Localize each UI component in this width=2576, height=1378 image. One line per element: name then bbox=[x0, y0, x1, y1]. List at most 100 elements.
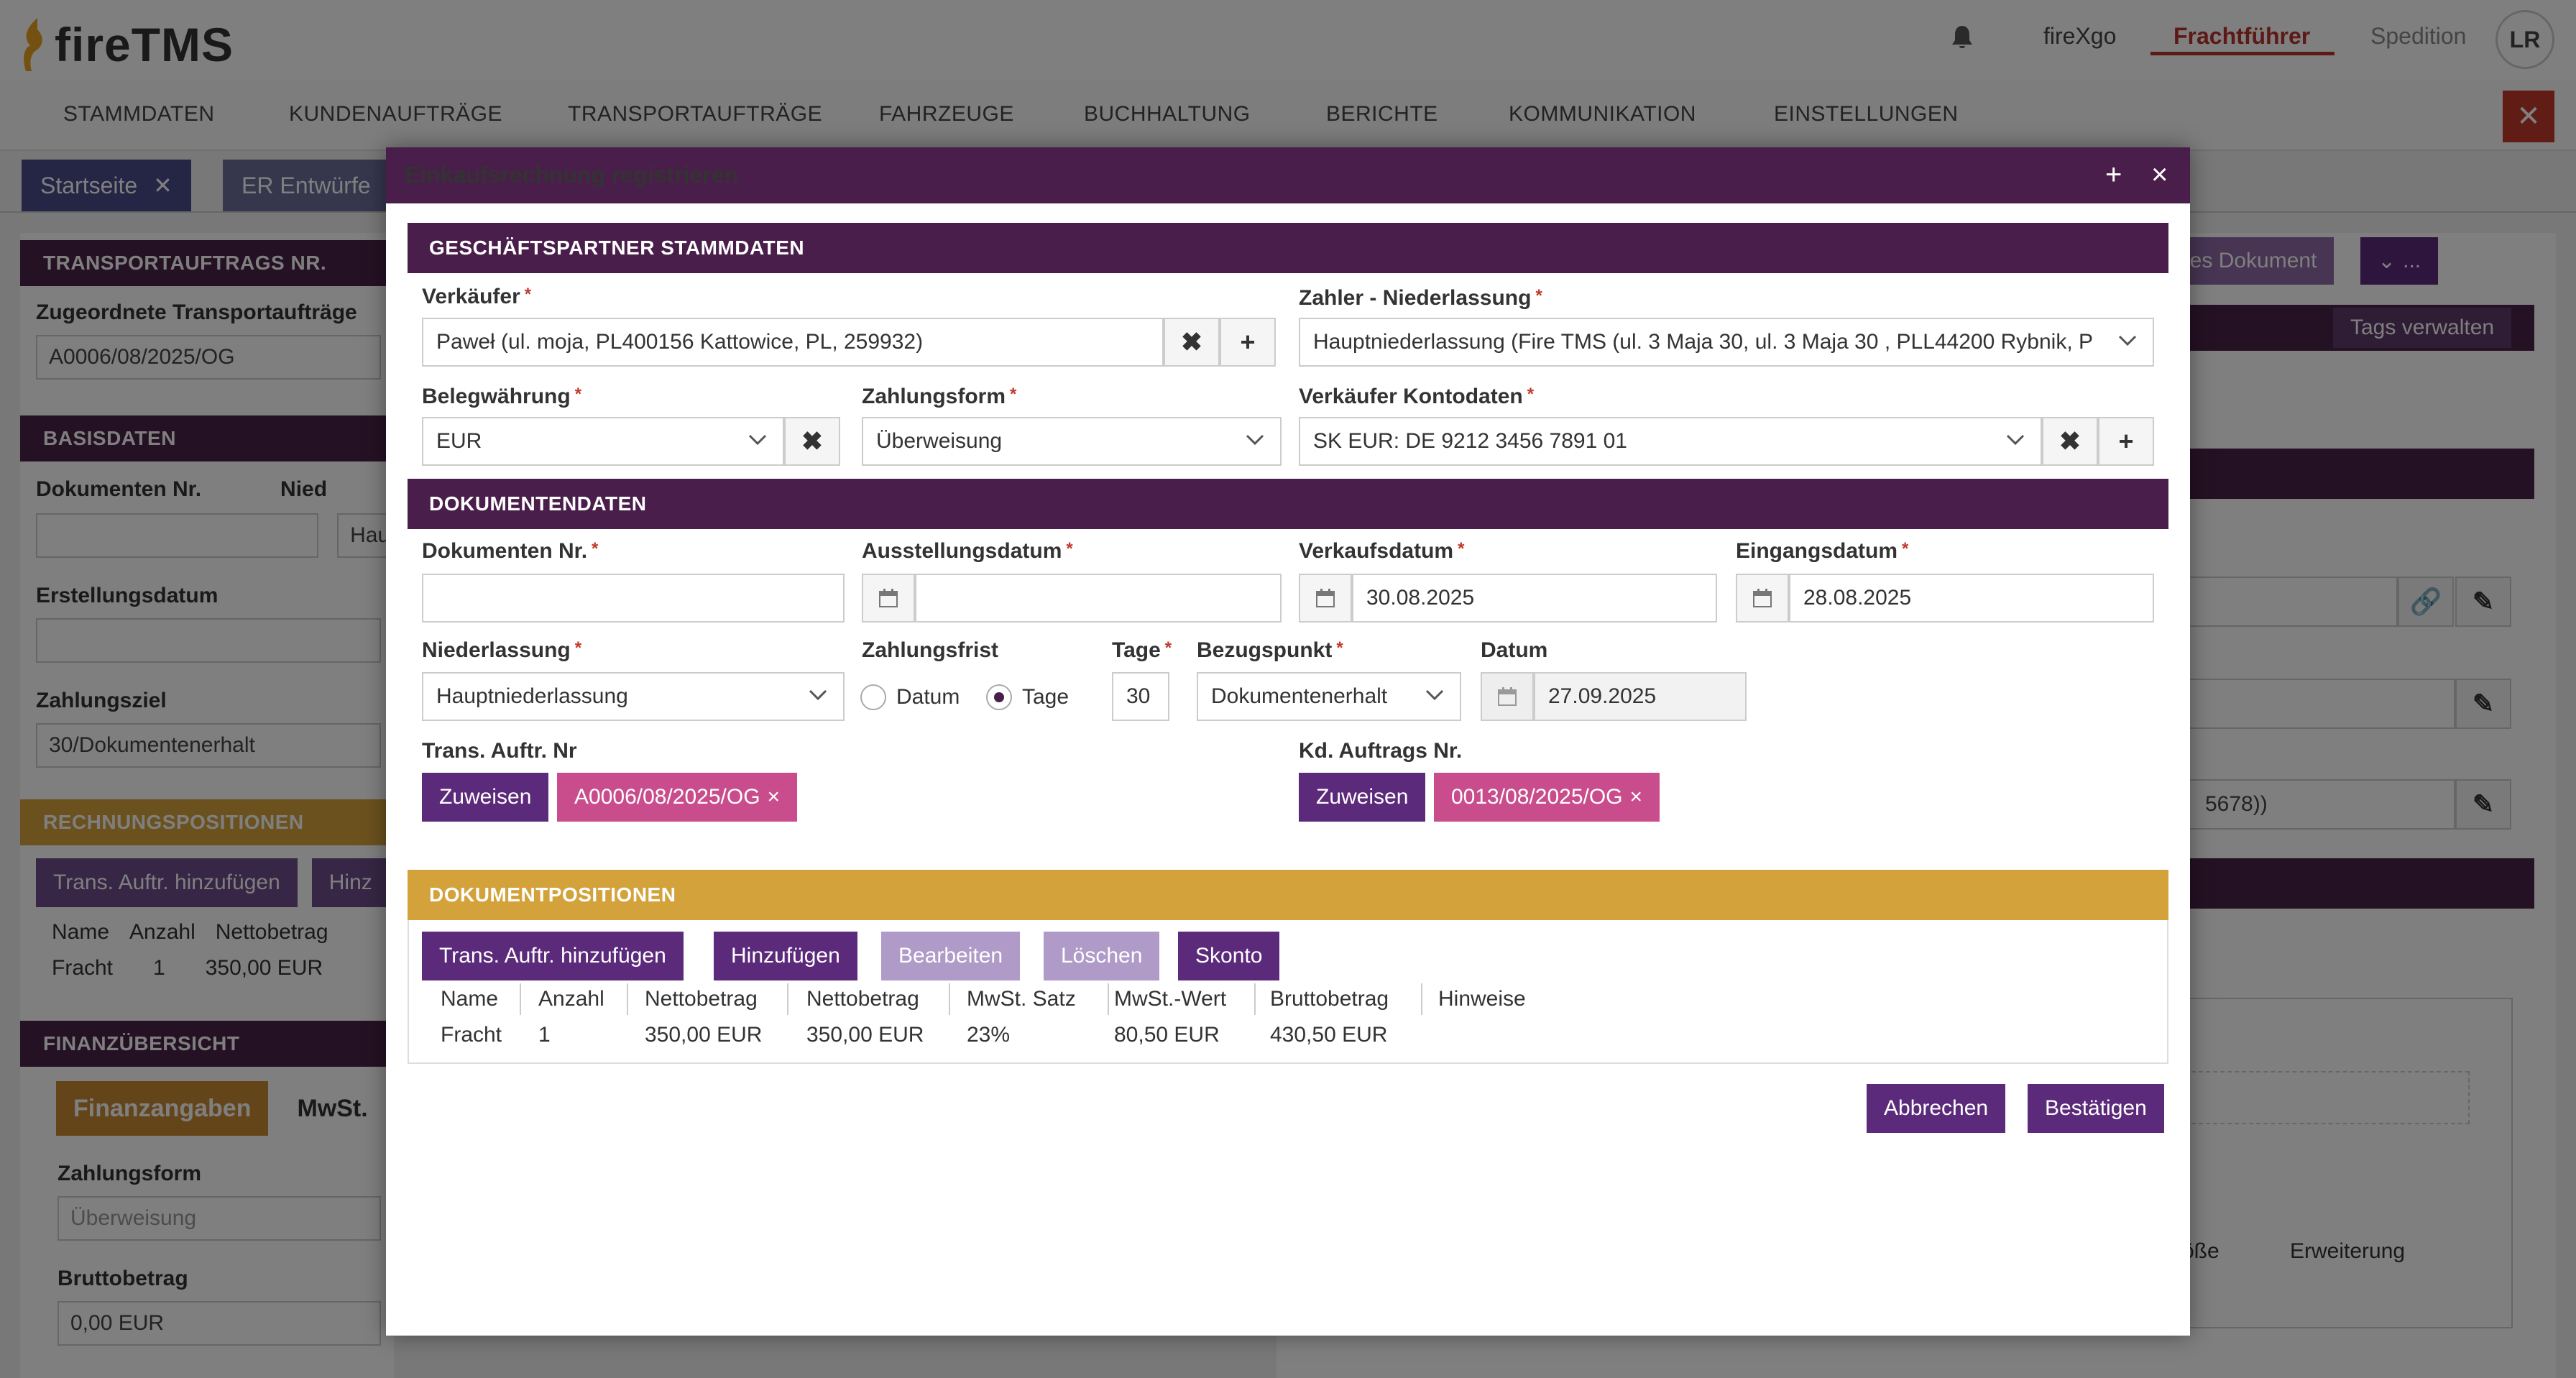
column-divider bbox=[1421, 983, 1422, 1015]
sale-date-input[interactable]: 30.08.2025 bbox=[1352, 574, 1717, 623]
clear-seller-button[interactable]: ✖ bbox=[1164, 318, 1220, 367]
payer-value: Hauptniederlassung (Fire TMS (ul. 3 Maja… bbox=[1313, 330, 2094, 354]
assign-customer-order-button[interactable]: Zuweisen bbox=[1299, 773, 1426, 822]
chevron-down-icon bbox=[809, 689, 827, 701]
calendar-icon[interactable] bbox=[1299, 574, 1352, 623]
currency-label: Belegwährung * bbox=[422, 385, 582, 408]
close-icon: ✖ bbox=[2058, 426, 2082, 456]
col-net-2: Nettobetrag bbox=[806, 987, 919, 1011]
clear-currency-button[interactable]: ✖ bbox=[784, 417, 840, 466]
cell-name[interactable]: Fracht bbox=[441, 1023, 502, 1047]
column-divider bbox=[1254, 983, 1256, 1015]
positions-section-header: DOKUMENTPOSITIONEN bbox=[408, 870, 2168, 920]
seller-account-value: SK EUR: DE 9212 3456 7891 01 bbox=[1313, 429, 1627, 453]
partner-section-header: GESCHÄFTSPARTNER STAMMDATEN bbox=[408, 223, 2168, 273]
currency-select[interactable]: EUR bbox=[422, 417, 784, 466]
add-account-button[interactable]: + bbox=[2098, 417, 2154, 466]
reference-label: Bezugspunkt * bbox=[1197, 638, 1343, 662]
remove-tag-icon[interactable]: × bbox=[1630, 785, 1643, 809]
maximize-button[interactable]: + bbox=[2105, 159, 2122, 191]
cell-gross[interactable]: 430,50 EUR bbox=[1270, 1023, 1387, 1047]
column-divider bbox=[949, 983, 950, 1015]
calendar-icon[interactable] bbox=[1736, 574, 1789, 623]
assign-trans-order-button[interactable]: Zuweisen bbox=[422, 773, 549, 822]
col-vat-value: MwSt.-Wert bbox=[1114, 987, 1227, 1011]
add-transport-order-button[interactable]: Trans. Auftr. hinzufügen bbox=[422, 932, 684, 980]
col-notes: Hinweise bbox=[1438, 987, 1526, 1011]
close-button[interactable]: × bbox=[2151, 159, 2168, 191]
cancel-button[interactable]: Abbrechen bbox=[1867, 1084, 2006, 1133]
plus-icon: + bbox=[2118, 426, 2134, 456]
payment-form-value: Überweisung bbox=[876, 429, 1003, 453]
calendar-icon bbox=[1481, 672, 1534, 721]
customer-order-label: Kd. Auftrags Nr. bbox=[1299, 739, 1463, 763]
trans-order-tag-label: A0006/08/2025/OG bbox=[574, 785, 760, 809]
chevron-down-icon bbox=[2118, 335, 2137, 346]
branch-select[interactable]: Hauptniederlassung bbox=[422, 672, 845, 721]
issue-date-input[interactable] bbox=[915, 574, 1282, 623]
radio-circle bbox=[986, 684, 1012, 710]
currency-value: EUR bbox=[436, 429, 482, 453]
payment-form-select[interactable]: Überweisung bbox=[862, 417, 1282, 466]
payment-form-label: Zahlungsform * bbox=[862, 385, 1017, 408]
cell-vat-rate[interactable]: 23% bbox=[967, 1023, 1010, 1047]
customer-order-tag-label: 0013/08/2025/OG bbox=[1451, 785, 1623, 809]
chevron-down-icon bbox=[2006, 434, 2025, 446]
column-divider bbox=[1108, 983, 1109, 1015]
delete-position-button[interactable]: Löschen bbox=[1044, 932, 1160, 980]
seller-label: Verkäufer * bbox=[422, 285, 532, 308]
due-date-input: 27.09.2025 bbox=[1534, 672, 1747, 721]
receipt-date-label: Eingangsdatum * bbox=[1736, 539, 1909, 563]
edit-position-button[interactable]: Bearbeiten bbox=[881, 932, 1021, 980]
radio-date[interactable]: Datum bbox=[860, 684, 960, 710]
col-name: Name bbox=[441, 987, 499, 1011]
dialog-title: Einkaufsrechnung registrieren bbox=[405, 162, 739, 188]
radio-days-label: Tage bbox=[1022, 685, 1070, 709]
confirm-button[interactable]: Bestätigen bbox=[2028, 1084, 2164, 1133]
column-divider bbox=[787, 983, 788, 1015]
col-net-1: Nettobetrag bbox=[645, 987, 758, 1011]
radio-days[interactable]: Tage bbox=[986, 684, 1069, 710]
payment-term-label: Zahlungsfrist bbox=[862, 638, 999, 662]
cell-net-2[interactable]: 350,00 EUR bbox=[806, 1023, 924, 1047]
column-divider bbox=[627, 983, 628, 1015]
close-icon: ✖ bbox=[1180, 327, 1203, 357]
clear-account-button[interactable]: ✖ bbox=[2042, 417, 2098, 466]
trans-order-label: Trans. Auftr. Nr bbox=[422, 739, 577, 763]
trans-order-tag: A0006/08/2025/OG × bbox=[557, 773, 798, 822]
add-position-button[interactable]: Hinzufügen bbox=[714, 932, 857, 980]
reference-select[interactable]: Dokumentenerhalt bbox=[1197, 672, 1461, 721]
customer-order-tag: 0013/08/2025/OG × bbox=[1434, 773, 1660, 822]
seller-account-select[interactable]: SK EUR: DE 9212 3456 7891 01 bbox=[1299, 417, 2042, 466]
chevron-down-icon bbox=[1425, 689, 1444, 701]
column-divider bbox=[520, 983, 521, 1015]
chevron-down-icon bbox=[1246, 434, 1264, 446]
col-count: Anzahl bbox=[538, 987, 604, 1011]
discount-button[interactable]: Skonto bbox=[1178, 932, 1280, 980]
branch-label: Niederlassung * bbox=[422, 638, 582, 662]
branch-value: Hauptniederlassung bbox=[436, 684, 628, 708]
doc-nr-label: Dokumenten Nr. * bbox=[422, 539, 599, 563]
col-vat-rate: MwSt. Satz bbox=[967, 987, 1076, 1011]
radio-circle bbox=[860, 684, 886, 710]
calendar-icon[interactable] bbox=[862, 574, 915, 623]
chevron-down-icon bbox=[748, 434, 767, 446]
payer-select[interactable]: Hauptniederlassung (Fire TMS (ul. 3 Maja… bbox=[1299, 318, 2154, 367]
doc-nr-input[interactable] bbox=[422, 574, 845, 623]
issue-date-label: Ausstellungsdatum * bbox=[862, 539, 1073, 563]
remove-tag-icon[interactable]: × bbox=[768, 785, 781, 809]
add-seller-button[interactable]: + bbox=[1220, 318, 1276, 367]
payer-label: Zahler - Niederlassung * bbox=[1299, 286, 1542, 310]
cell-vat-value[interactable]: 80,50 EUR bbox=[1114, 1023, 1220, 1047]
col-gross: Bruttobetrag bbox=[1270, 987, 1389, 1011]
cell-count[interactable]: 1 bbox=[538, 1023, 551, 1047]
receipt-date-input[interactable]: 28.08.2025 bbox=[1789, 574, 2154, 623]
days-input[interactable]: 30 bbox=[1112, 672, 1169, 721]
purchase-invoice-dialog: Einkaufsrechnung registrieren + × GESCHÄ… bbox=[386, 147, 2190, 1336]
radio-date-label: Datum bbox=[896, 685, 960, 709]
plus-icon: + bbox=[1240, 327, 1256, 357]
reference-value: Dokumentenerhalt bbox=[1211, 684, 1388, 708]
seller-field[interactable]: Paweł (ul. moja, PL400156 Kattowice, PL,… bbox=[422, 318, 1164, 367]
cell-net-1[interactable]: 350,00 EUR bbox=[645, 1023, 762, 1047]
document-section-header: DOKUMENTENDATEN bbox=[408, 479, 2168, 529]
